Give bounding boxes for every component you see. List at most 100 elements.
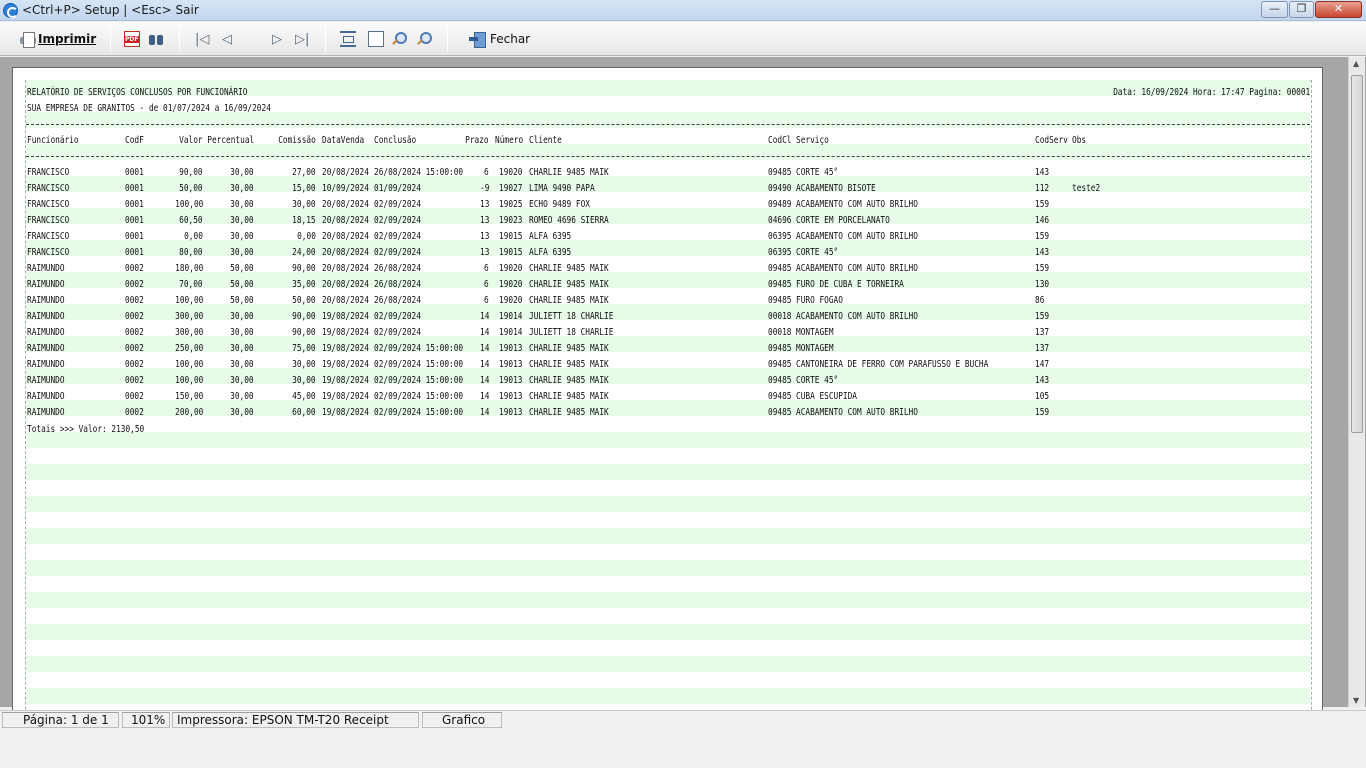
cell-funcionario: RAIMUNDO (27, 311, 65, 322)
print-button[interactable]: Imprimir (19, 28, 96, 50)
cell-funcionario: FRANCISCO (27, 183, 70, 194)
cell-conclusao: 02/09/2024 15:00:00 (374, 407, 464, 418)
cell-cliente: ALFA 6395 (529, 247, 572, 258)
cell-prazo: 13 (479, 199, 489, 210)
zoom-out-button[interactable] (415, 28, 432, 50)
zoom-in-button[interactable] (390, 28, 407, 50)
cell-servico: CORTE EM PORCELANATO (796, 215, 890, 226)
previous-page-icon: ◁ (222, 31, 232, 47)
cell-numero: 19014 (499, 327, 523, 338)
column-header-obs: Obs (1072, 135, 1087, 146)
cell-codcl: 00018 (768, 311, 792, 322)
cell-datavenda: 10/09/2024 (322, 183, 369, 194)
cell-codf: 0001 (125, 183, 144, 194)
row-band (26, 288, 1310, 304)
window-title: <Ctrl+P> Setup | <Esc> Sair (22, 3, 199, 17)
cell-conclusao: 02/09/2024 15:00:00 (374, 359, 464, 370)
row-band (26, 160, 1310, 176)
cell-numero: 19027 (499, 183, 523, 194)
cell-codf: 0001 (125, 199, 144, 210)
cell-valor: 180,00 (174, 263, 203, 274)
last-page-icon: ▷| (295, 31, 310, 47)
close-preview-button[interactable]: Fechar (469, 28, 530, 50)
cell-datavenda: 19/08/2024 (322, 359, 369, 370)
cell-percentual: 30,00 (230, 391, 254, 402)
row-band (26, 608, 1310, 624)
cell-comissao: 90,00 (292, 263, 316, 274)
cell-comissao: 0,00 (297, 231, 316, 242)
cell-numero: 19013 (499, 359, 523, 370)
cell-percentual: 30,00 (230, 311, 254, 322)
cell-percentual: 30,00 (230, 247, 254, 258)
status-mode: Grafico (422, 712, 502, 728)
cell-cliente: CHARLIE 9485 MAIK (529, 295, 609, 306)
pdf-button[interactable] (124, 28, 140, 50)
preview-area[interactable]: RELATÓRIO DE SERVIÇOS CONCLUSOS POR FUNC… (0, 57, 1366, 717)
last-page-button[interactable]: ▷| (295, 28, 309, 50)
cell-comissao: 30,00 (292, 199, 316, 210)
cell-servico: ACABAMENTO COM AUTO BRILHO (796, 311, 918, 322)
cell-conclusao: 26/08/2024 (374, 263, 421, 274)
cell-percentual: 30,00 (230, 327, 254, 338)
cell-valor: 0,00 (184, 231, 203, 242)
cell-codserv: 137 (1035, 343, 1050, 354)
row-band (26, 416, 1310, 432)
column-header-numero: Número (495, 135, 524, 146)
cell-codserv: 147 (1035, 359, 1050, 370)
scrollbar-thumb[interactable] (1351, 75, 1363, 433)
scroll-down-icon[interactable]: ▼ (1353, 696, 1359, 705)
cell-cliente: CHARLIE 9485 MAIK (529, 263, 609, 274)
close-window-button[interactable]: ✕ (1315, 1, 1362, 18)
pdf-icon (124, 31, 140, 47)
cell-prazo: 6 (484, 295, 489, 306)
cell-conclusao: 02/09/2024 15:00:00 (374, 343, 464, 354)
cell-servico: CORTE 45° (796, 375, 839, 386)
whole-page-button[interactable] (368, 28, 384, 50)
cell-servico: ACABAMENTO COM AUTO BRILHO (796, 407, 918, 418)
cell-comissao: 35,00 (292, 279, 316, 290)
cell-servico: FURO FOGAO (796, 295, 843, 306)
scroll-up-icon[interactable]: ▲ (1353, 59, 1359, 68)
first-page-button[interactable]: |◁ (195, 28, 209, 50)
app-icon[interactable] (3, 3, 18, 18)
cell-prazo: 14 (479, 359, 489, 370)
maximize-button[interactable]: ❐ (1289, 1, 1314, 18)
cell-datavenda: 19/08/2024 (322, 343, 369, 354)
find-button[interactable] (148, 28, 164, 50)
column-header-codcl: CodCl (768, 135, 792, 146)
cell-valor: 60,50 (179, 215, 203, 226)
row-band (26, 400, 1310, 416)
cell-prazo: 6 (484, 263, 489, 274)
cell-cliente: ECHO 9489 FOX (529, 199, 590, 210)
cell-codf: 0001 (125, 231, 144, 242)
cell-percentual: 50,00 (230, 279, 254, 290)
previous-page-button[interactable]: ◁ (222, 28, 232, 50)
cell-comissao: 18,15 (292, 215, 316, 226)
fit-width-button[interactable] (340, 28, 356, 50)
minimize-button[interactable]: — (1261, 1, 1288, 18)
whole-page-icon (368, 31, 384, 47)
cell-numero: 19015 (499, 247, 523, 258)
column-header-valor: Valor (179, 135, 203, 146)
row-band (26, 512, 1310, 528)
cell-datavenda: 20/08/2024 (322, 263, 369, 274)
cell-codf: 0001 (125, 247, 144, 258)
close-label: Fechar (490, 32, 531, 46)
vertical-scrollbar[interactable]: ▲ ▼ (1348, 57, 1365, 707)
cell-percentual: 30,00 (230, 199, 254, 210)
cell-prazo: 14 (479, 391, 489, 402)
cell-codserv: 112 (1035, 183, 1050, 194)
cell-codcl: 09485 (768, 343, 792, 354)
column-header-percentual: Percentual (207, 135, 254, 146)
row-band (26, 432, 1310, 448)
row-band (26, 656, 1310, 672)
cell-prazo: -9 (479, 183, 489, 194)
cell-funcionario: RAIMUNDO (27, 359, 65, 370)
report-subtitle: SUA EMPRESA DE GRANITOS - de 01/07/2024 … (27, 103, 271, 114)
cell-codf: 0002 (125, 375, 144, 386)
cell-codcl: 09485 (768, 263, 792, 274)
cell-codcl: 06395 (768, 247, 792, 258)
next-page-button[interactable]: ▷ (272, 28, 282, 50)
cell-percentual: 30,00 (230, 231, 254, 242)
cell-codserv: 159 (1035, 311, 1050, 322)
